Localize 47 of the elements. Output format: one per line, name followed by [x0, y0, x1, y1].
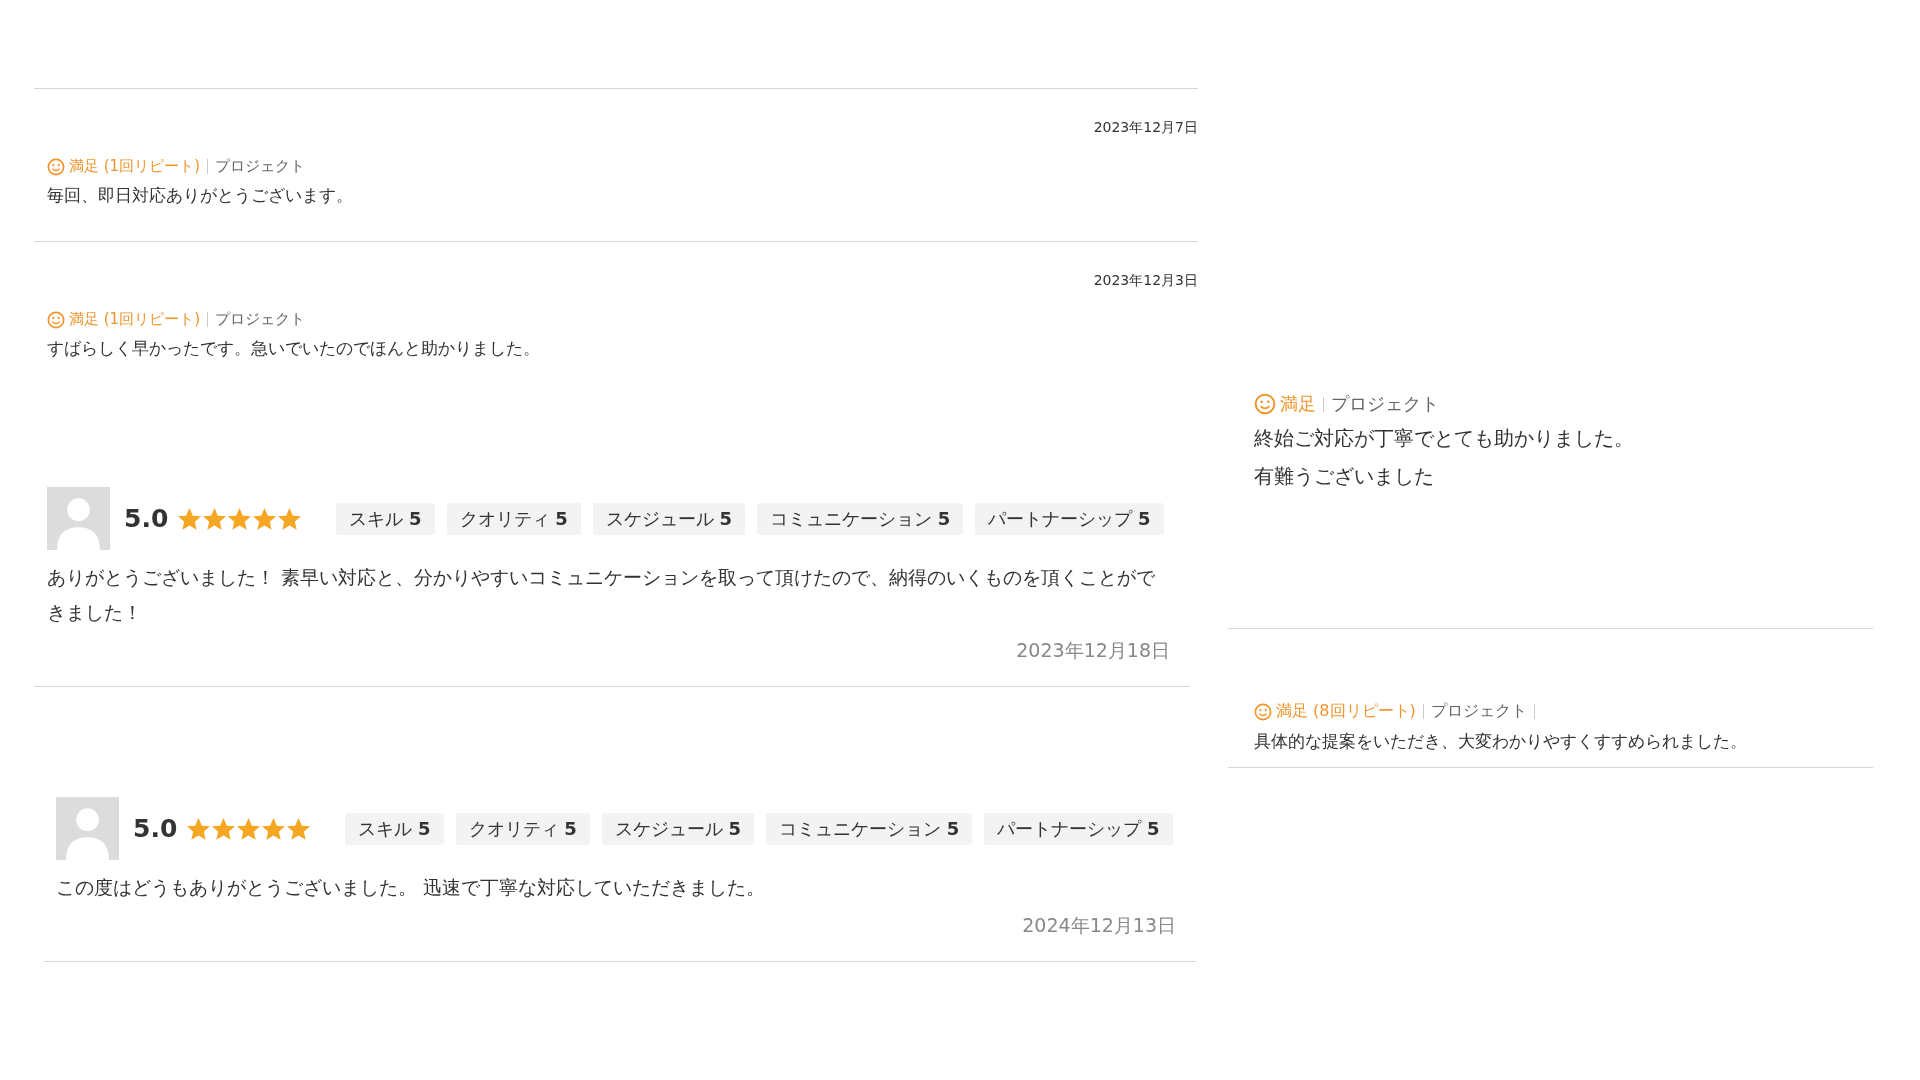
smiley-icon	[47, 157, 65, 176]
star-icon	[203, 507, 227, 530]
review-date: 2023年12月18日	[1015, 638, 1170, 663]
rating-tag: クオリティ 5	[455, 812, 590, 845]
satisfaction-label: 満足 (1回リピート)	[69, 310, 200, 329]
avatar-placeholder	[47, 487, 110, 550]
rating-tag: スキル 5	[345, 812, 444, 845]
smiley-icon	[1254, 393, 1276, 415]
smiley-icon	[1254, 702, 1272, 721]
review-text: 毎回、即日対応ありがとうございます。	[47, 184, 354, 207]
star-icon	[287, 817, 311, 840]
star-icon	[187, 817, 211, 840]
star-icon	[178, 507, 202, 530]
category-label: プロジェクト	[215, 157, 305, 176]
star-icon	[228, 507, 252, 530]
review-date: 2023年12月3日	[1092, 272, 1198, 290]
rating-tag: パートナーシップ 5	[975, 502, 1164, 535]
review-date: 2024年12月13日	[1021, 913, 1176, 938]
rating-score: 5.0	[133, 814, 178, 843]
star-icon	[212, 817, 236, 840]
rating-tag: パートナーシップ 5	[984, 812, 1173, 845]
rating-tag: クオリティ 5	[446, 502, 581, 535]
category-label: プロジェクト	[1331, 392, 1439, 416]
satisfaction-label: 満足	[1280, 392, 1316, 416]
star-icon	[278, 507, 302, 530]
rating-tag: コミュニケーション 5	[766, 812, 973, 845]
satisfaction-label: 満足 (8回リピート)	[1276, 701, 1416, 722]
star-icon	[237, 817, 261, 840]
category-label: プロジェクト	[215, 310, 305, 329]
category-label: プロジェクト	[1430, 701, 1527, 722]
rating-score: 5.0	[124, 504, 169, 533]
star-icon	[253, 507, 277, 530]
rating-tag: スキル 5	[336, 502, 435, 535]
review-date: 2023年12月7日	[1092, 119, 1198, 137]
rating-tag: スケジュール 5	[592, 502, 746, 535]
review-text: ありがとうございました！ 素早い対応と、分かりやすいコミュニケーションを取って頂けたので、納得のいくものを頂くことができました！	[47, 565, 1157, 625]
review-text: すばらしく早かったです。急いでいたのでほんと助かりました。	[47, 337, 541, 360]
star-icon	[262, 817, 286, 840]
rating-tag: スケジュール 5	[601, 812, 755, 845]
smiley-icon	[47, 310, 65, 329]
review-text: この度はどうもありがとうございました。 迅速で丁寧な対応していただきました。	[56, 875, 767, 900]
satisfaction-label: 満足 (1回リピート)	[69, 157, 200, 176]
avatar-placeholder	[56, 797, 119, 860]
review-text: 具体的な提案をいただき、大変わかりやすくすすめられました。	[1254, 730, 1748, 753]
review-text: 有難うございました	[1254, 463, 1435, 490]
review-text: 終始ご対応が丁寧でとても助かりました。	[1254, 425, 1635, 452]
rating-tag: コミュニケーション 5	[757, 502, 964, 535]
